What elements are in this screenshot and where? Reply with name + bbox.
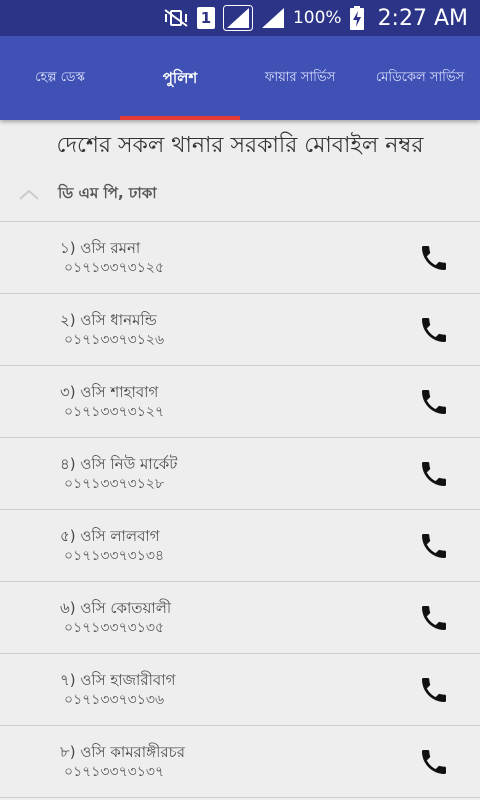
vibrate-off-icon (163, 8, 189, 28)
status-bar: 1 100% 2:27 AM (0, 0, 480, 36)
tab-help-desk[interactable]: হেল্প ডেস্ক (0, 36, 120, 120)
contact-name: ৮) ওসি কামরাঙ্গীরচর (60, 743, 185, 761)
signal-2-icon (261, 7, 285, 29)
sim-icon: 1 (196, 7, 215, 29)
phone-icon (422, 750, 446, 774)
phone-icon (422, 246, 446, 270)
phone-icon (422, 606, 446, 630)
contact-number: ০১৭১৩৩৭৩১৩৪ (64, 548, 165, 564)
call-button[interactable] (416, 672, 452, 708)
list-item: ২) ওসি ধানমন্ডি ০১৭১৩৩৭৩১২৬ (0, 294, 480, 366)
signal-icon (222, 5, 253, 31)
call-button[interactable] (416, 312, 452, 348)
contact-number: ০১৭১৩৩৭৩১৩৭ (64, 764, 165, 780)
call-button[interactable] (416, 600, 452, 636)
call-button[interactable] (416, 528, 452, 564)
tab-fire-service[interactable]: ফায়ার সার্ভিস (240, 36, 360, 120)
contact-number: ০১৭১৩৩৭৩১৩৬ (64, 692, 165, 708)
page-title: দেশের সকল থানার সরকারি মোবাইল নম্বর (56, 133, 424, 158)
section-header[interactable]: ডি এম পি, ঢাকা (0, 168, 480, 222)
contact-name: ১) ওসি রমনা (60, 239, 141, 257)
phone-icon (422, 534, 446, 558)
contact-name: ৫) ওসি লালবাগ (60, 527, 160, 545)
contact-name: ৬) ওসি কোতয়ালী (60, 599, 172, 617)
list-item: ৪) ওসি নিউ মার্কেট ০১৭১৩৩৭৩১২৮ (0, 438, 480, 510)
phone-icon (422, 462, 446, 486)
contact-name: ৩) ওসি শাহাবাগ (60, 383, 159, 401)
call-button[interactable] (416, 240, 452, 276)
phone-icon (422, 390, 446, 414)
contact-name: ৪) ওসি নিউ মার্কেট (60, 455, 178, 473)
call-button[interactable] (416, 744, 452, 780)
contact-number: ০১৭১৩৩৭৩১২৫ (64, 260, 165, 276)
contact-number: ০১৭১৩৩৭৩১৩৫ (64, 620, 165, 636)
tab-bar: হেল্প ডেস্ক পুলিশ ফায়ার সার্ভিস মেডিকেল… (0, 36, 480, 120)
tab-medical-service[interactable]: মেডিকেল সার্ভিস (360, 36, 480, 120)
phone-icon (422, 318, 446, 342)
contact-name: ২) ওসি ধানমন্ডি (60, 311, 157, 329)
section-title: ডি এম পি, ঢাকা (58, 184, 157, 202)
list-item: ৮) ওসি কামরাঙ্গীরচর ০১৭১৩৩৭৩১৩৭ (0, 726, 480, 798)
list-item: ৫) ওসি লালবাগ ০১৭১৩৩৭৩১৩৪ (0, 510, 480, 582)
tab-police[interactable]: পুলিশ (120, 36, 240, 120)
phone-icon (422, 678, 446, 702)
contact-number: ০১৭১৩৩৭৩১২৬ (64, 332, 165, 348)
contact-list: ১) ওসি রমনা ০১৭১৩৩৭৩১২৫ ২) ওসি ধানমন্ডি … (0, 222, 480, 798)
list-item: ৭) ওসি হাজারীবাগ ০১৭১৩৩৭৩১৩৬ (0, 654, 480, 726)
call-button[interactable] (416, 384, 452, 420)
list-item: ৩) ওসি শাহাবাগ ০১৭১৩৩৭৩১২৭ (0, 366, 480, 438)
battery-charging-icon (349, 6, 364, 30)
call-button[interactable] (416, 456, 452, 492)
list-item: ১) ওসি রমনা ০১৭১৩৩৭৩১২৫ (0, 222, 480, 294)
contact-name: ৭) ওসি হাজারীবাগ (60, 671, 176, 689)
chevron-up-icon[interactable] (0, 189, 58, 201)
battery-percent: 100% (292, 8, 342, 28)
contact-number: ০১৭১৩৩৭৩১২৭ (64, 404, 165, 420)
clock: 2:27 AM (377, 5, 468, 31)
list-item: ৬) ওসি কোতয়ালী ০১৭১৩৩৭৩১৩৫ (0, 582, 480, 654)
contact-number: ০১৭১৩৩৭৩১২৮ (64, 476, 165, 492)
